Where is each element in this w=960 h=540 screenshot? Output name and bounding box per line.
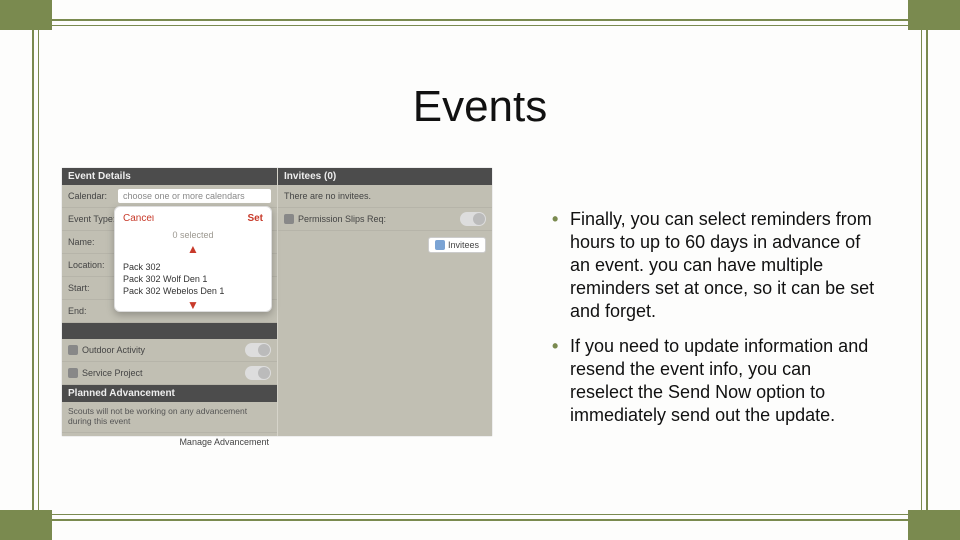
permission-slips-row: Permission Slips Req: [278, 208, 492, 231]
manage-advancement-button[interactable]: Manage Advancement [179, 437, 269, 447]
invitees-header: Invitees (0) [278, 168, 492, 185]
bullet-list: Finally, you can select reminders from h… [512, 208, 878, 439]
event-details-header: Event Details [62, 168, 277, 185]
calendar-input[interactable]: choose one or more calendars [118, 189, 271, 203]
slide: Events Finally, you can select reminders… [0, 0, 960, 540]
popup-selected-count: 0 selected [115, 227, 271, 243]
calendar-picker-popup: Cancel Set 0 selected ▲ Pack 302 Pack 30… [114, 206, 272, 312]
slide-title: Events [0, 82, 960, 132]
event-details-panel: Event Details Calendar: choose one or mo… [62, 168, 277, 436]
gear-icon [68, 368, 78, 378]
popup-header: Cancel Set [115, 207, 271, 227]
invitees-panel: Invitees (0) There are no invitees. Perm… [278, 168, 492, 436]
invitees-button-row: Invitees [278, 231, 492, 259]
toggle-row: Outdoor Activity [62, 339, 277, 362]
section-divider [62, 323, 277, 339]
gear-icon [284, 214, 294, 224]
permission-slips-toggle[interactable] [460, 212, 486, 226]
invitees-button-label: Invitees [448, 240, 479, 250]
chevron-up-icon[interactable]: ▲ [115, 243, 271, 255]
planned-advancement-header: Planned Advancement [62, 385, 277, 402]
popup-list-item[interactable]: Pack 302 [123, 261, 263, 273]
chevron-down-icon[interactable]: ▼ [115, 299, 271, 311]
popup-list-item[interactable]: Pack 302 Webelos Den 1 [123, 285, 263, 297]
toggle-label: Outdoor Activity [82, 345, 245, 355]
popup-list-item[interactable]: Pack 302 Wolf Den 1 [123, 273, 263, 285]
cancel-button[interactable]: Cancel [123, 213, 154, 224]
popup-list: Pack 302 Pack 302 Wolf Den 1 Pack 302 We… [115, 255, 271, 299]
calendar-label: Calendar: [68, 191, 118, 201]
outdoor-activity-toggle[interactable] [245, 343, 271, 357]
toggle-row: Service Project [62, 362, 277, 385]
gear-icon [68, 345, 78, 355]
bullet-item: Finally, you can select reminders from h… [552, 208, 878, 323]
set-button[interactable]: Set [247, 213, 263, 224]
toggle-label: Service Project [82, 368, 245, 378]
manage-row: Manage Advancement [62, 433, 277, 451]
service-project-toggle[interactable] [245, 366, 271, 380]
invitees-status: There are no invitees. [284, 191, 486, 201]
bullet-item: If you need to update information and re… [552, 335, 878, 427]
permission-slips-label: Permission Slips Req: [298, 214, 460, 224]
calendar-row: Calendar: choose one or more calendars [62, 185, 277, 208]
invitees-status-row: There are no invitees. [278, 185, 492, 208]
invitees-button[interactable]: Invitees [428, 237, 486, 253]
app-screenshot: Event Details Calendar: choose one or mo… [62, 168, 492, 436]
planned-advancement-note: Scouts will not be working on any advanc… [62, 402, 277, 433]
users-icon [435, 240, 445, 250]
